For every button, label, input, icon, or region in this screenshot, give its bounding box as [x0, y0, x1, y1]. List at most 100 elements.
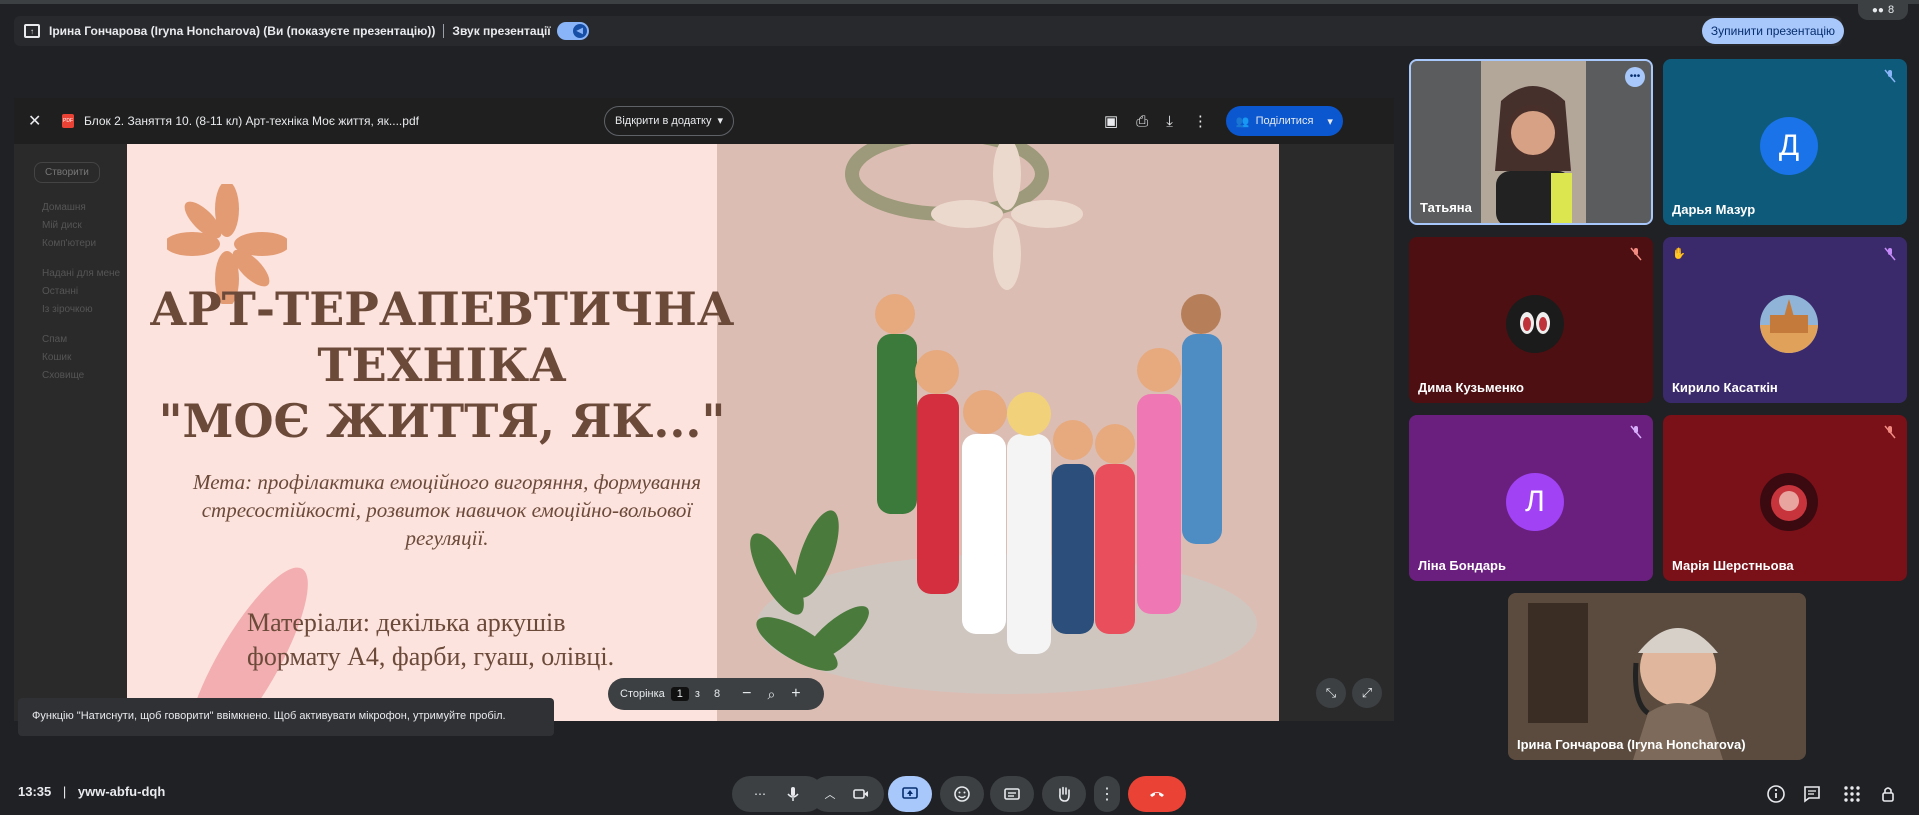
more-mic-options-icon[interactable]: ⋯	[754, 787, 766, 801]
pdf-page-slide: АРТ-ТЕРАПЕВТИЧНА ТЕХНІКА "МОЄ ЖИТТЯ, ЯК.…	[127, 144, 1279, 721]
fit-icon[interactable]: ⤡	[1316, 678, 1346, 708]
slide-goal-text: Мета: профілактика емоційного вигоряння,…	[193, 470, 701, 550]
avatar-image	[1520, 312, 1550, 334]
push-to-talk-toast: Функцію "Натиснути, щоб говорити" ввімкн…	[18, 698, 554, 736]
raise-hand-button[interactable]	[1042, 776, 1086, 812]
participant-tile[interactable]: ✋ Кирило Касаткін	[1663, 237, 1907, 403]
participant-name: Дима Кузьменко	[1418, 380, 1524, 395]
bg-menu-item: Мій диск	[42, 220, 82, 231]
participant-tile[interactable]: Л Ліна Бондарь	[1409, 415, 1653, 581]
more-options-icon[interactable]: ⋮	[1193, 112, 1208, 130]
more-options-icon: ⋮	[1099, 786, 1115, 803]
presenting-bar: ↑ Ірина Гончарова (Iryna Honcharova) (Ви…	[14, 16, 1842, 46]
more-options-button[interactable]: ⋮	[1094, 776, 1120, 812]
leave-call-button[interactable]	[1128, 776, 1186, 812]
participant-name: Ірина Гончарова (Iryna Honcharova)	[1517, 737, 1746, 752]
chat-icon[interactable]	[1802, 784, 1822, 804]
clock: 13:35	[18, 784, 52, 799]
raised-hand-icon: ✋	[1672, 248, 1686, 260]
fullscreen-icon[interactable]: ⤢	[1352, 678, 1382, 708]
people-icon: ●●	[1871, 4, 1884, 16]
chevron-up-icon[interactable]: ︿	[825, 786, 836, 802]
pdf-file-icon: PDF	[62, 114, 74, 128]
add-comment-icon[interactable]: ▣	[1104, 112, 1118, 130]
avatar	[1760, 295, 1818, 353]
page-of-label: з	[694, 688, 700, 700]
presentation-sound-toggle[interactable]: ◀	[556, 22, 589, 40]
open-in-app-button[interactable]: Відкрити в додатку ▾	[604, 106, 735, 136]
meeting-code: yww-abfu-dqh	[77, 784, 166, 799]
divider	[443, 24, 445, 38]
avatar	[1760, 473, 1818, 531]
download-icon[interactable]: ⤓	[1166, 113, 1173, 130]
page-label: Сторінка	[620, 688, 665, 700]
zoom-out-icon[interactable]: −	[742, 685, 751, 703]
close-icon[interactable]: ✕	[28, 111, 46, 131]
emoji-icon	[954, 786, 970, 802]
slide-title-line1: АРТ-ТЕРАПЕВТИЧНА	[149, 282, 735, 336]
zoom-in-icon[interactable]: +	[791, 685, 800, 703]
participant-name: Дарья Мазур	[1672, 202, 1756, 217]
avatar: Д	[1760, 117, 1818, 175]
bg-menu-item: Сховище	[42, 370, 85, 381]
speaker-icon: ◀	[572, 24, 587, 38]
avatar	[1506, 295, 1564, 353]
activities-icon[interactable]	[1842, 784, 1862, 804]
participant-name: Кирило Касаткін	[1672, 380, 1778, 395]
page-total: 8	[713, 688, 721, 700]
page-number-input[interactable]: 1	[670, 687, 689, 701]
open-in-app-label: Відкрити в додатку	[615, 115, 712, 127]
participant-name: Марія Шерстньова	[1672, 558, 1794, 573]
captions-button[interactable]	[990, 776, 1034, 812]
chevron-down-icon: ▾	[717, 115, 724, 127]
avatar-image	[1760, 299, 1818, 353]
participants-count-badge[interactable]: ●● 8	[1858, 0, 1908, 20]
students-illustration	[750, 144, 1257, 694]
zoom-icon[interactable]: ⌕	[767, 686, 775, 703]
mic-off-icon	[1630, 425, 1642, 439]
participant-name: Татьяна	[1420, 200, 1472, 215]
participant-tile[interactable]: ••• Татьяна	[1409, 59, 1653, 225]
bg-menu-item: Із зірочкою	[42, 304, 93, 315]
print-icon[interactable]: ⎙	[1136, 113, 1148, 130]
participant-tile[interactable]: Дима Кузьменко	[1409, 237, 1653, 403]
slide-title-line3: "МОЄ ЖИТТЯ, ЯК..."	[158, 394, 726, 448]
bg-menu-item: Спам	[42, 334, 68, 345]
bg-menu-item: Надані для мене	[42, 268, 121, 279]
participant-tile[interactable]: Марія Шерстньова	[1663, 415, 1907, 581]
pdf-viewer-toolbar: ✕ PDF Блок 2. Заняття 10. (8-11 кл) Арт-…	[14, 98, 1394, 144]
self-view-tile[interactable]: Ірина Гончарова (Iryna Honcharova)	[1508, 593, 1806, 760]
camera-video	[1508, 593, 1806, 760]
page-navigation-control: Сторінка 1 з 8 − ⌕ +	[608, 678, 824, 710]
meeting-info: 13:35 | yww-abfu-dqh	[18, 784, 165, 799]
divider: |	[62, 784, 67, 799]
microphone-icon[interactable]	[784, 785, 802, 803]
reactions-button[interactable]	[940, 776, 984, 812]
participants-count: 8	[1887, 4, 1895, 16]
participant-tile[interactable]: Д Дарья Мазур	[1663, 59, 1907, 225]
share-button[interactable]: 👥 Поділитися ▾	[1225, 106, 1343, 136]
host-controls-icon[interactable]	[1878, 784, 1898, 804]
camera-icon[interactable]	[852, 785, 870, 803]
bg-menu-item: Комп'ютери	[42, 238, 97, 249]
more-options-icon[interactable]: •••	[1625, 67, 1645, 87]
present-button[interactable]	[888, 776, 932, 812]
presenter-text: Ірина Гончарова (Iryna Honcharova) (Ви (…	[49, 24, 436, 38]
slide-materials-line2: формату А4, фарби, гуаш, олівці.	[247, 642, 615, 671]
bg-menu-item: Останні	[42, 286, 79, 297]
bg-create-button: Створити	[34, 162, 100, 183]
top-edge	[0, 0, 1919, 4]
stop-presenting-button[interactable]: Зупинити презентацію	[1702, 18, 1844, 44]
presentation-sound-label: Звук презентації	[452, 24, 551, 38]
slide-illustration-panel	[717, 144, 1279, 721]
mic-off-icon	[1884, 69, 1896, 83]
info-icon[interactable]	[1766, 784, 1786, 804]
hand-icon	[1059, 786, 1070, 802]
present-screen-icon: ↑	[24, 24, 40, 38]
present-screen-icon	[902, 787, 918, 799]
participant-name: Ліна Бондарь	[1418, 558, 1506, 573]
share-label: Поділитися	[1255, 115, 1314, 127]
chevron-down-icon: ▾	[1327, 115, 1333, 128]
bg-menu-item: Домашня	[42, 202, 86, 213]
share-icon: 👥	[1235, 115, 1250, 128]
